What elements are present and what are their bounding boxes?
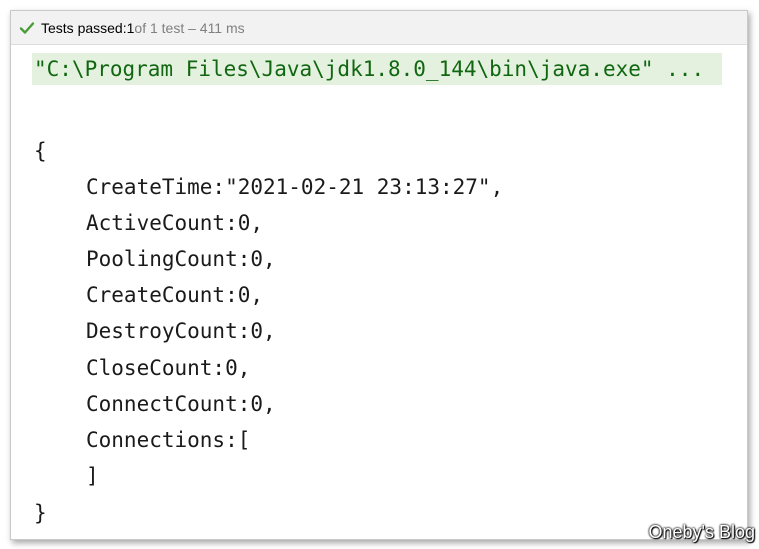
status-prefix: Tests passed: [41,19,127,36]
check-icon [19,21,35,34]
output-line-close-count: CloseCount:0, [86,356,251,380]
output-line-connections: Connections:[ [86,428,251,452]
command-line[interactable]: "C:\Program Files\Java\jdk1.8.0_144\bin\… [32,53,722,85]
test-status-bar: Tests passed: 1 of 1 test – 411 ms [11,11,747,45]
output-line-pooling-count: PoolingCount:0, [86,247,276,271]
output-line-active-count: ActiveCount:0, [86,211,264,235]
status-passed-count: 1 [126,19,135,36]
console-output[interactable]: "C:\Program Files\Java\jdk1.8.0_144\bin\… [11,45,747,539]
run-tool-window: Tests passed: 1 of 1 test – 411 ms "C:\P… [10,10,748,540]
output-line-create-count: CreateCount:0, [86,283,264,307]
status-detail: of 1 test – 411 ms [134,19,245,36]
output-line-connections-close: ] [86,464,99,488]
blog-watermark: Oneby's Blog [648,522,756,542]
output-line-destroy-count: DestroyCount:0, [86,319,276,343]
output-open-brace: { [34,139,47,163]
output-line-connect-count: ConnectCount:0, [86,392,276,416]
output-close-brace: } [34,501,47,525]
output-line-create-time: CreateTime:"2021-02-21 23:13:27", [86,175,504,199]
